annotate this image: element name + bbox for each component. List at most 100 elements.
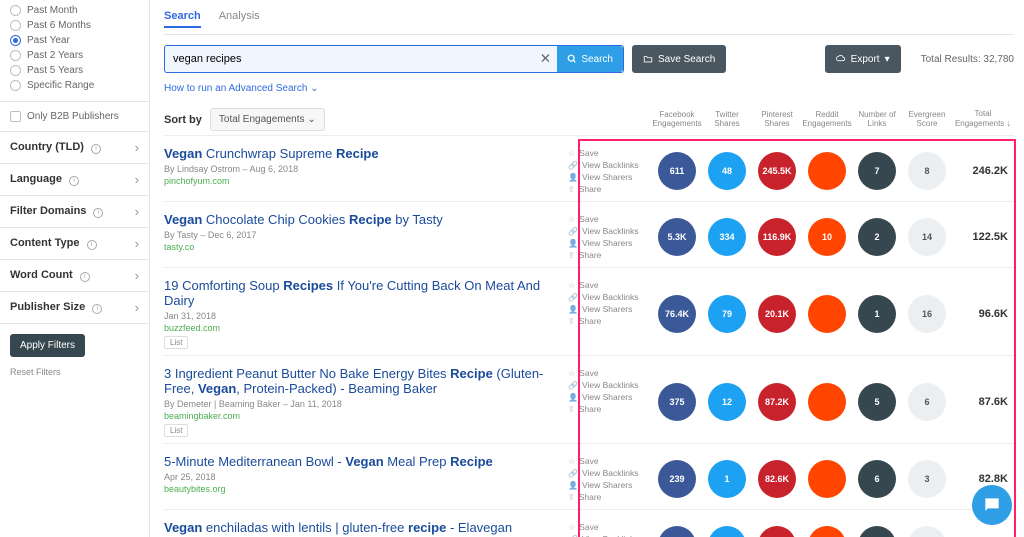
action-sharers[interactable]: 👤View Sharers [568,237,652,249]
metric-facebook: 171 [658,526,696,537]
facet-row[interactable]: Filter Domains i› [0,196,149,228]
result-domain[interactable]: buzzfeed.com [164,323,560,333]
metric-total: 82.8K [952,473,1014,485]
facet-row[interactable]: Word Count i› [0,260,149,292]
sharers-icon: 👤 [568,393,578,402]
col-reddit[interactable]: Reddit Engagements [802,111,852,129]
date-range-option[interactable]: Past 5 Years [10,63,139,78]
result-title[interactable]: Vegan Crunchwrap Supreme Recipe [164,146,560,161]
metric-twitter: 334 [708,218,746,256]
sharers-icon: 👤 [568,305,578,314]
chat-icon [982,495,1002,515]
action-sharers[interactable]: 👤View Sharers [568,303,652,315]
col-links[interactable]: Number of Links [852,111,902,129]
col-facebook[interactable]: Facebook Engagements [652,111,702,129]
export-button[interactable]: Export ▾ [825,45,901,73]
metric-facebook: 76.4K [658,295,696,333]
action-backlinks[interactable]: 🔗View Backlinks [568,533,652,537]
result-row: Vegan Chocolate Chip Cookies Recipe by T… [164,201,1014,267]
tab-analysis[interactable]: Analysis [219,6,260,28]
result-domain[interactable]: pinchofyum.com [164,176,560,186]
col-pinterest[interactable]: Pinterest Shares [752,111,802,129]
metric-reddit: 10 [808,218,846,256]
info-icon: i [80,272,90,282]
date-range-option[interactable]: Past 2 Years [10,48,139,63]
search-input[interactable] [165,46,533,72]
result-byline: Jan 31, 2018 [164,311,560,321]
advanced-search-link[interactable]: How to run an Advanced Search ⌄ [164,83,1014,102]
folder-icon [643,54,653,64]
result-metrics: 76.4K7920.1K11696.6K [652,278,1014,349]
result-title[interactable]: 3 Ingredient Peanut Butter No Bake Energ… [164,366,560,396]
action-share[interactable]: ⇪Share [568,183,652,195]
result-metrics: 239182.6K6382.8K [652,454,1014,503]
cloud-download-icon [836,54,846,64]
filter-sidebar: Past MonthPast 6 MonthsPast YearPast 2 Y… [0,0,150,537]
action-sharers[interactable]: 👤View Sharers [568,171,652,183]
col-twitter[interactable]: Twitter Shares [702,111,752,129]
action-backlinks[interactable]: 🔗View Backlinks [568,291,652,303]
metric-total: 87.6K [952,396,1014,408]
result-actions: ☆Save🔗View Backlinks👤View Sharers⇪Share [568,146,652,195]
result-domain[interactable]: beautybites.org [164,484,560,494]
result-actions: ☆Save🔗View Backlinks👤View Sharers⇪Share [568,278,652,349]
action-backlinks[interactable]: 🔗View Backlinks [568,225,652,237]
result-actions: ☆Save🔗View Backlinks👤View Sharers⇪Share [568,454,652,503]
result-byline: By Lindsay Ostrom – Aug 6, 2018 [164,164,560,174]
action-share[interactable]: ⇪Share [568,403,652,415]
metric-reddit [808,295,846,333]
chat-widget-button[interactable] [972,485,1012,525]
share-icon: ⇪ [568,405,575,414]
facet-row[interactable]: Language i› [0,164,149,196]
action-save[interactable]: ☆Save [568,367,652,379]
save-search-button[interactable]: Save Search [632,45,726,73]
result-domain[interactable]: tasty.co [164,242,560,252]
action-share[interactable]: ⇪Share [568,315,652,327]
radio-icon [10,20,21,31]
metric-links: 1 [858,295,896,333]
action-backlinks[interactable]: 🔗View Backlinks [568,379,652,391]
col-total[interactable]: Total Engagements ↓ [952,110,1014,129]
apply-filters-button[interactable]: Apply Filters [10,334,85,357]
chevron-right-icon: › [135,268,139,283]
result-title[interactable]: Vegan Chocolate Chip Cookies Recipe by T… [164,212,560,227]
action-save[interactable]: ☆Save [568,521,652,533]
action-share[interactable]: ⇪Share [568,491,652,503]
result-title[interactable]: 19 Comforting Soup Recipes If You're Cut… [164,278,560,308]
action-save[interactable]: ☆Save [568,147,652,159]
action-save[interactable]: ☆Save [568,213,652,225]
result-metrics: 5.3K334116.9K10214122.5K [652,212,1014,261]
action-save[interactable]: ☆Save [568,455,652,467]
facet-row[interactable]: Publisher Size i› [0,292,149,324]
action-share[interactable]: ⇪Share [568,249,652,261]
col-evergreen[interactable]: Evergreen Score [902,111,952,129]
chevron-right-icon: › [135,140,139,155]
result-title[interactable]: Vegan enchiladas with lentils | gluten-f… [164,520,560,535]
result-title[interactable]: 5-Minute Mediterranean Bowl - Vegan Meal… [164,454,560,469]
result-actions: ☆Save🔗View Backlinks👤View Sharers⇪Share [568,212,652,261]
b2b-checkbox-row[interactable]: Only B2B Publishers [0,102,149,132]
action-backlinks[interactable]: 🔗View Backlinks [568,159,652,171]
facet-row[interactable]: Country (TLD) i› [0,132,149,164]
action-save[interactable]: ☆Save [568,279,652,291]
action-sharers[interactable]: 👤View Sharers [568,391,652,403]
action-sharers[interactable]: 👤View Sharers [568,479,652,491]
clear-search-button[interactable]: ✕ [533,46,557,72]
reset-filters-link[interactable]: Reset Filters [0,367,149,377]
date-range-option[interactable]: Past 6 Months [10,18,139,33]
date-range-option[interactable]: Past Year [10,33,139,48]
facet-row[interactable]: Content Type i› [0,228,149,260]
date-range-option[interactable]: Specific Range [10,78,139,93]
result-row: Vegan enchiladas with lentils | gluten-f… [164,509,1014,537]
result-domain[interactable]: beamingbaker.com [164,411,560,421]
share-icon: ⇪ [568,185,575,194]
sort-select[interactable]: Total Engagements ⌄ [210,108,325,131]
save-icon: ☆ [568,457,575,466]
metric-total: 96.6K [952,308,1014,320]
search-button[interactable]: Search [557,46,623,72]
metric-reddit [808,526,846,537]
action-backlinks[interactable]: 🔗View Backlinks [568,467,652,479]
share-icon: ⇪ [568,317,575,326]
date-range-option[interactable]: Past Month [10,3,139,18]
tab-search[interactable]: Search [164,6,201,28]
